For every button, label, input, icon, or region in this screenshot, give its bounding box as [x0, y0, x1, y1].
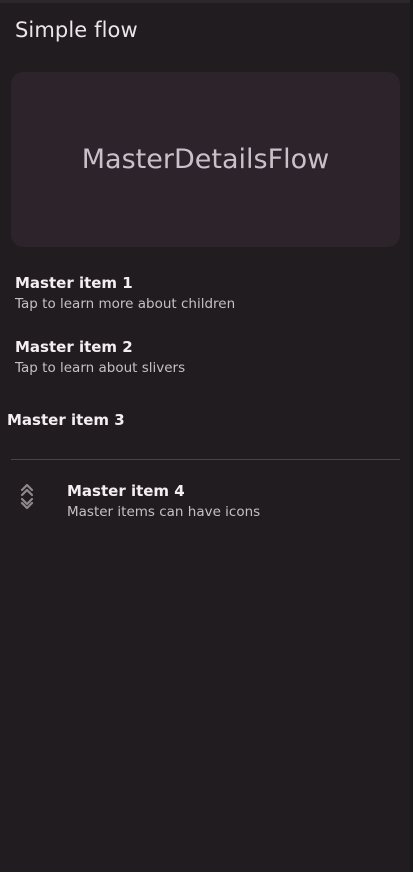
- hero-text: MasterDetailsFlow: [81, 144, 330, 175]
- list-item-title: Master item 3: [7, 411, 125, 429]
- list-item-title: Master item 2: [15, 338, 133, 356]
- list-item-master-1[interactable]: Master item 1 Tap to learn more about ch…: [15, 274, 235, 312]
- list-item-title: Master item 1: [15, 274, 133, 292]
- list-item-master-2[interactable]: Master item 2 Tap to learn about slivers: [15, 338, 185, 376]
- list-item-master-3[interactable]: Master item 3: [7, 411, 125, 429]
- status-bar-edge: [0, 0, 413, 3]
- list-item-title: Master item 4: [67, 482, 185, 500]
- list-item-subtitle: Tap to learn about slivers: [15, 360, 186, 376]
- list-item-subtitle: Master items can have icons: [67, 504, 261, 520]
- hero-card: MasterDetailsFlow: [11, 72, 400, 247]
- app-screen: Simple flow MasterDetailsFlow Master ite…: [0, 0, 413, 872]
- divider: [11, 459, 400, 460]
- unfold-chevrons-icon: [19, 483, 35, 510]
- list-item-subtitle: Tap to learn more about children: [15, 296, 236, 312]
- list-item-master-4[interactable]: Master item 4 Master items can have icon…: [67, 482, 260, 520]
- page-title: Simple flow: [15, 18, 138, 42]
